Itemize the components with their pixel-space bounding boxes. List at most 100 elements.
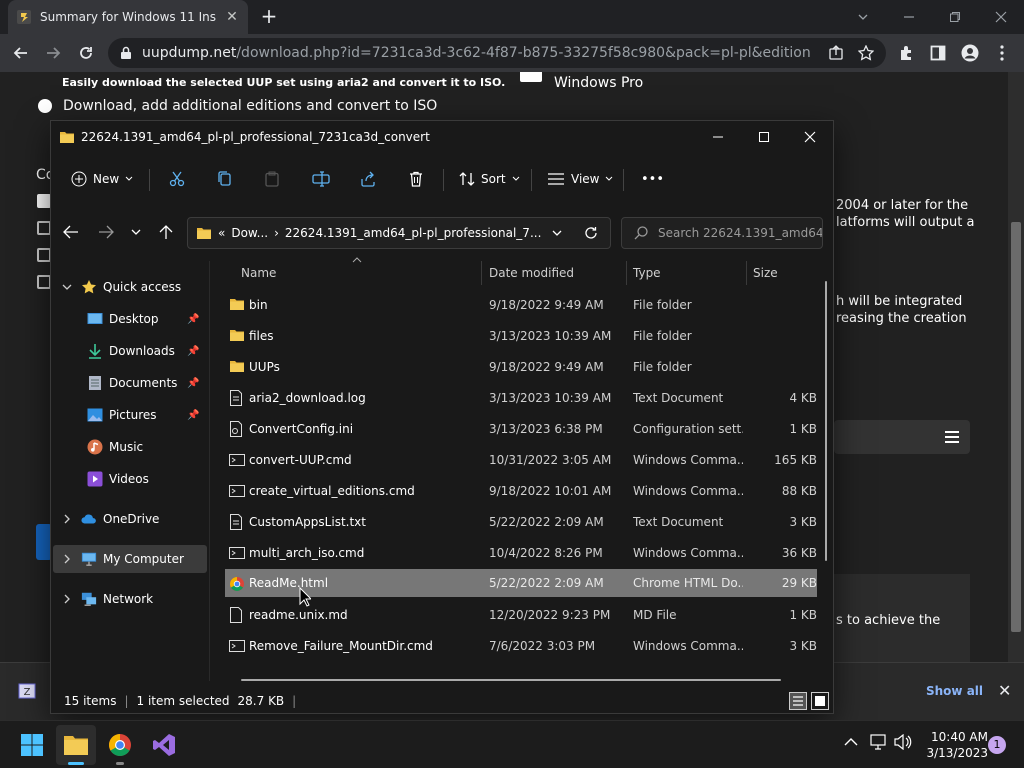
breadcrumb-overflow[interactable]: « — [218, 226, 225, 240]
address-bar[interactable]: « Dow... › 22624.1391_amd64_pl-pl_profes… — [187, 217, 611, 249]
nav-my-computer[interactable]: My Computer — [53, 545, 207, 573]
download-file-icon[interactable]: Z — [18, 683, 36, 699]
restore-icon[interactable] — [944, 6, 966, 28]
expand-chevron-icon[interactable] — [59, 551, 75, 567]
paste-button[interactable] — [264, 161, 280, 197]
page-scrollbar-thumb[interactable] — [1011, 222, 1021, 632]
column-header-type[interactable]: Type — [633, 263, 661, 283]
file-row[interactable]: Remove_Failure_MountDir.cmd 7/6/2022 3:0… — [225, 631, 817, 661]
tab-close-icon[interactable]: ✕ — [224, 9, 240, 25]
checkbox-4[interactable] — [37, 275, 51, 289]
large-icons-view-icon[interactable] — [811, 692, 829, 710]
sort-button[interactable]: Sort — [459, 161, 520, 197]
nav-onedrive[interactable]: OneDrive — [53, 505, 207, 533]
share-button[interactable] — [360, 161, 376, 197]
explorer-close-icon[interactable] — [787, 121, 833, 153]
address-dropdown-icon[interactable] — [552, 230, 562, 237]
file-row[interactable]: ConvertConfig.ini 3/13/2023 6:38 PM Conf… — [225, 414, 817, 444]
rename-button[interactable] — [312, 161, 330, 197]
checkbox-1[interactable] — [37, 194, 51, 208]
minimize-icon[interactable] — [898, 6, 920, 28]
list-view-icon[interactable] — [944, 430, 960, 444]
see-more-button[interactable]: ••• — [641, 161, 664, 197]
taskbar-chrome[interactable] — [100, 725, 140, 765]
url-text[interactable]: uupdump.net/download.php?id=7231ca3d-3c6… — [142, 45, 812, 61]
file-row[interactable]: readme.unix.md 12/20/2022 9:23 PM MD Fil… — [225, 600, 817, 630]
omnibox[interactable]: uupdump.net/download.php?id=7231ca3d-3c6… — [108, 38, 886, 68]
explorer-minimize-icon[interactable] — [695, 121, 741, 153]
refresh-icon[interactable] — [584, 226, 598, 240]
search-box[interactable]: Search 22624.1391_amd64_pl... — [621, 217, 823, 249]
column-divider[interactable] — [481, 261, 482, 285]
share-icon[interactable] — [828, 45, 844, 61]
notification-badge[interactable]: 1 — [988, 736, 1006, 754]
horizontal-scrollbar-thumb[interactable] — [241, 679, 781, 681]
browser-tab[interactable]: Summary for Windows 11 Insider ✕ — [8, 0, 248, 34]
close-window-icon[interactable] — [990, 6, 1012, 28]
delete-button[interactable] — [408, 161, 424, 197]
nav-forward-icon[interactable] — [98, 225, 114, 239]
pane-divider[interactable] — [209, 261, 210, 681]
cut-button[interactable] — [169, 161, 185, 197]
new-tab-button[interactable]: + — [258, 6, 280, 28]
radio-download-convert[interactable] — [38, 99, 52, 113]
network-status-icon[interactable] — [870, 734, 888, 750]
expand-chevron-icon[interactable] — [59, 591, 75, 607]
checkbox-3[interactable] — [37, 248, 51, 262]
start-button[interactable] — [12, 725, 52, 765]
nav-quick-access[interactable]: Quick access — [53, 273, 207, 301]
nav-back-icon[interactable] — [63, 225, 79, 239]
file-row[interactable]: multi_arch_iso.cmd 10/4/2022 8:26 PM Win… — [225, 538, 817, 568]
file-row[interactable]: UUPs 9/18/2022 9:49 AM File folder — [225, 352, 817, 382]
up-folder-icon[interactable] — [159, 224, 173, 240]
system-clock[interactable]: 10:40 AM 3/13/2023 — [916, 729, 988, 761]
breadcrumb-current[interactable]: 22624.1391_amd64_pl-pl_professional_7... — [285, 226, 541, 240]
file-row[interactable]: bin 9/18/2022 9:49 AM File folder — [225, 290, 817, 320]
copy-button[interactable] — [217, 161, 233, 197]
nav-videos[interactable]: Videos — [53, 465, 207, 493]
show-all-link[interactable]: Show all — [926, 684, 983, 698]
new-button[interactable]: New — [71, 161, 133, 197]
file-row[interactable]: create_virtual_editions.cmd 9/18/2022 10… — [225, 476, 817, 506]
nav-desktop[interactable]: Desktop 📌 — [53, 305, 207, 333]
forward-icon[interactable] — [42, 42, 64, 64]
recent-locations-icon[interactable] — [131, 229, 141, 236]
reload-icon[interactable] — [75, 42, 97, 64]
view-button[interactable]: View — [547, 161, 613, 197]
file-row[interactable]: files 3/13/2023 10:39 AM File folder — [225, 321, 817, 351]
column-header-date[interactable]: Date modified — [489, 263, 574, 283]
taskbar-visual-studio[interactable] — [144, 725, 184, 765]
file-list-scrollbar-thumb[interactable] — [825, 281, 827, 561]
breadcrumb-separator[interactable]: › — [274, 226, 279, 240]
page-scrollbar[interactable] — [1008, 72, 1024, 662]
nav-music[interactable]: Music — [53, 433, 207, 461]
file-row[interactable]: CustomAppsList.txt 5/22/2022 2:09 AM Tex… — [225, 507, 817, 537]
column-header-name[interactable]: Name — [241, 263, 276, 283]
chrome-menu-icon[interactable] — [992, 43, 1012, 63]
profile-avatar-icon[interactable] — [960, 43, 980, 63]
volume-icon[interactable] — [894, 734, 912, 750]
show-hidden-icons-icon[interactable] — [844, 737, 858, 747]
explorer-maximize-icon[interactable] — [741, 121, 787, 153]
back-icon[interactable] — [10, 42, 32, 64]
nav-downloads[interactable]: Downloads 📌 — [53, 337, 207, 365]
details-view-icon[interactable] — [789, 692, 807, 710]
file-row[interactable]: aria2_download.log 3/13/2023 10:39 AM Te… — [225, 383, 817, 413]
tab-search-icon[interactable] — [852, 6, 874, 28]
horizontal-scrollbar[interactable] — [221, 675, 821, 685]
taskbar-file-explorer[interactable] — [56, 725, 96, 765]
download-bar-close-icon[interactable]: ✕ — [998, 681, 1011, 700]
nav-network[interactable]: Network — [53, 585, 207, 613]
column-header-size[interactable]: Size — [753, 263, 778, 283]
file-row[interactable]: convert-UUP.cmd 10/31/2022 3:05 AM Windo… — [225, 445, 817, 475]
column-divider[interactable] — [746, 261, 747, 285]
side-panel-icon[interactable] — [928, 43, 948, 63]
file-list-scrollbar[interactable] — [823, 261, 829, 681]
expand-chevron-icon[interactable] — [59, 279, 75, 295]
checkbox-2[interactable] — [37, 221, 51, 235]
expand-chevron-icon[interactable] — [59, 511, 75, 527]
breadcrumb-downloads[interactable]: Dow... — [231, 226, 268, 240]
nav-pictures[interactable]: Pictures 📌 — [53, 401, 207, 429]
file-row-selected[interactable]: ReadMe.html 5/22/2022 2:09 AM Chrome HTM… — [225, 569, 817, 597]
nav-documents[interactable]: Documents 📌 — [53, 369, 207, 397]
